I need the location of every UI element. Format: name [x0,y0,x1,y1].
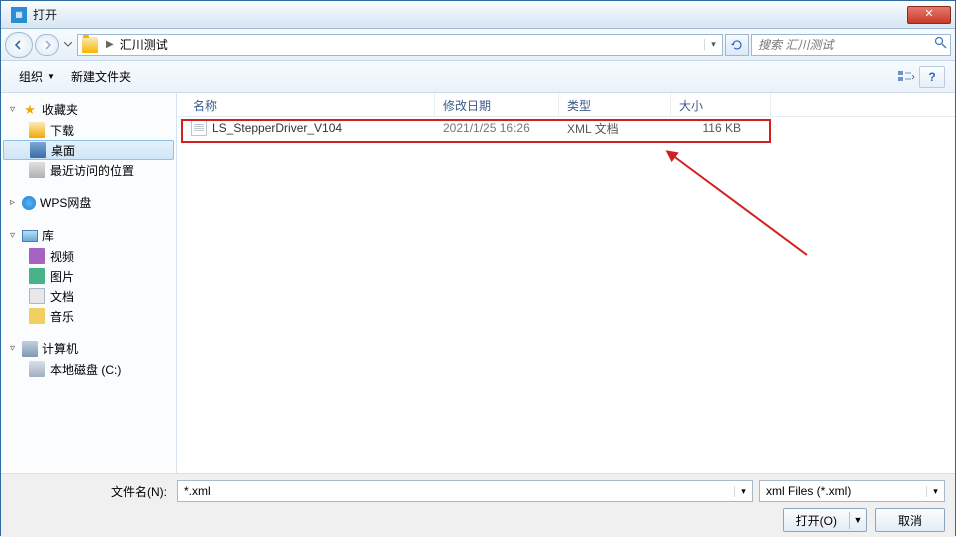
close-button[interactable]: ✕ [907,6,951,24]
file-icon [191,120,207,136]
collapse-icon: ▿ [7,343,18,354]
search-input[interactable] [752,38,930,52]
chevron-down-icon [64,42,72,47]
computer-icon [22,341,38,357]
open-file-dialog: ▦ 打开 ✕ ▶ 汇川测试 ▾ 组织▼ [0,0,956,536]
filename-label: 文件名(N): [11,483,171,500]
sidebar-favorites-header[interactable]: ▿ ★ 收藏夹 [1,99,176,120]
document-icon [29,288,45,304]
refresh-icon [730,38,744,52]
app-icon: ▦ [11,7,27,23]
sidebar-item-drive-c[interactable]: 本地磁盘 (C:) [1,359,176,379]
arrow-right-icon [41,39,53,51]
address-bar[interactable]: ▶ 汇川测试 ▾ [77,34,723,56]
filename-input[interactable] [178,484,734,498]
search-box[interactable] [751,34,951,56]
column-type[interactable]: 类型 [559,93,671,116]
navigation-bar: ▶ 汇川测试 ▾ [1,29,955,61]
expand-icon: ▹ [7,197,18,208]
column-name[interactable]: 名称 [177,93,435,116]
dialog-bottom-panel: 文件名(N): ▾ xml Files (*.xml) ▾ 打开(O) ▼ 取消 [1,473,955,537]
file-list: 名称 修改日期 类型 大小 LS_StepperDriver_V104 2021… [177,93,955,473]
sidebar-libraries-header[interactable]: ▿ 库 [1,225,176,246]
help-button[interactable]: ? [919,66,945,88]
filetype-filter[interactable]: xml Files (*.xml) ▾ [759,480,945,502]
nav-back-button[interactable] [5,32,33,58]
library-icon [22,230,38,242]
video-icon [29,248,45,264]
open-button[interactable]: 打开(O) ▼ [783,508,867,532]
organize-button[interactable]: 组织▼ [11,64,63,89]
cloud-icon [22,196,36,210]
filename-combobox[interactable]: ▾ [177,480,753,502]
address-dropdown[interactable]: ▾ [704,39,722,50]
sidebar: ▿ ★ 收藏夹 下载 桌面 最近访问的位置 ▹ WPS网盘 ▿ [1,93,177,473]
file-size: 116 KB [671,121,771,135]
new-folder-button[interactable]: 新建文件夹 [63,64,139,89]
column-headers: 名称 修改日期 类型 大小 [177,93,955,117]
recent-icon [29,162,45,178]
collapse-icon: ▿ [7,230,18,241]
titlebar: ▦ 打开 ✕ [1,1,955,29]
drive-icon [29,361,45,377]
star-icon: ★ [22,102,38,118]
filename-dropdown[interactable]: ▾ [734,486,752,497]
view-options-button[interactable] [893,66,919,88]
file-row[interactable]: LS_StepperDriver_V104 2021/1/25 16:26 XM… [177,117,955,139]
help-icon: ? [928,70,935,84]
file-type: XML 文档 [559,120,671,137]
sidebar-item-pictures[interactable]: 图片 [1,266,176,286]
file-name: LS_StepperDriver_V104 [212,121,342,135]
view-icon [897,70,915,84]
address-path: 汇川测试 [118,36,704,53]
column-size[interactable]: 大小 [671,93,771,116]
cancel-button[interactable]: 取消 [875,508,945,532]
sidebar-computer-header[interactable]: ▿ 计算机 [1,338,176,359]
nav-forward-button[interactable] [35,34,59,56]
annotation-arrow [657,145,817,265]
desktop-icon [30,142,46,158]
arrow-left-icon [13,39,25,51]
toolbar: 组织▼ 新建文件夹 ? [1,61,955,93]
sidebar-item-documents[interactable]: 文档 [1,286,176,306]
search-icon[interactable] [930,36,950,54]
window-title: 打开 [33,6,907,23]
collapse-icon: ▿ [7,104,18,115]
path-separator-icon: ▶ [102,39,118,50]
nav-history-dropdown[interactable] [61,35,75,55]
chevron-down-icon: ▼ [47,72,55,81]
refresh-button[interactable] [725,34,749,56]
download-icon [29,122,45,138]
sidebar-item-downloads[interactable]: 下载 [1,120,176,140]
sidebar-item-recent[interactable]: 最近访问的位置 [1,160,176,180]
sidebar-wps-header[interactable]: ▹ WPS网盘 [1,192,176,213]
column-date[interactable]: 修改日期 [435,93,559,116]
music-icon [29,308,45,324]
sidebar-item-videos[interactable]: 视频 [1,246,176,266]
sidebar-item-desktop[interactable]: 桌面 [3,140,174,160]
folder-icon [82,37,98,53]
sidebar-item-music[interactable]: 音乐 [1,306,176,326]
open-dropdown[interactable]: ▼ [850,515,866,525]
file-date: 2021/1/25 16:26 [435,121,559,135]
filter-dropdown[interactable]: ▾ [926,486,944,497]
picture-icon [29,268,45,284]
